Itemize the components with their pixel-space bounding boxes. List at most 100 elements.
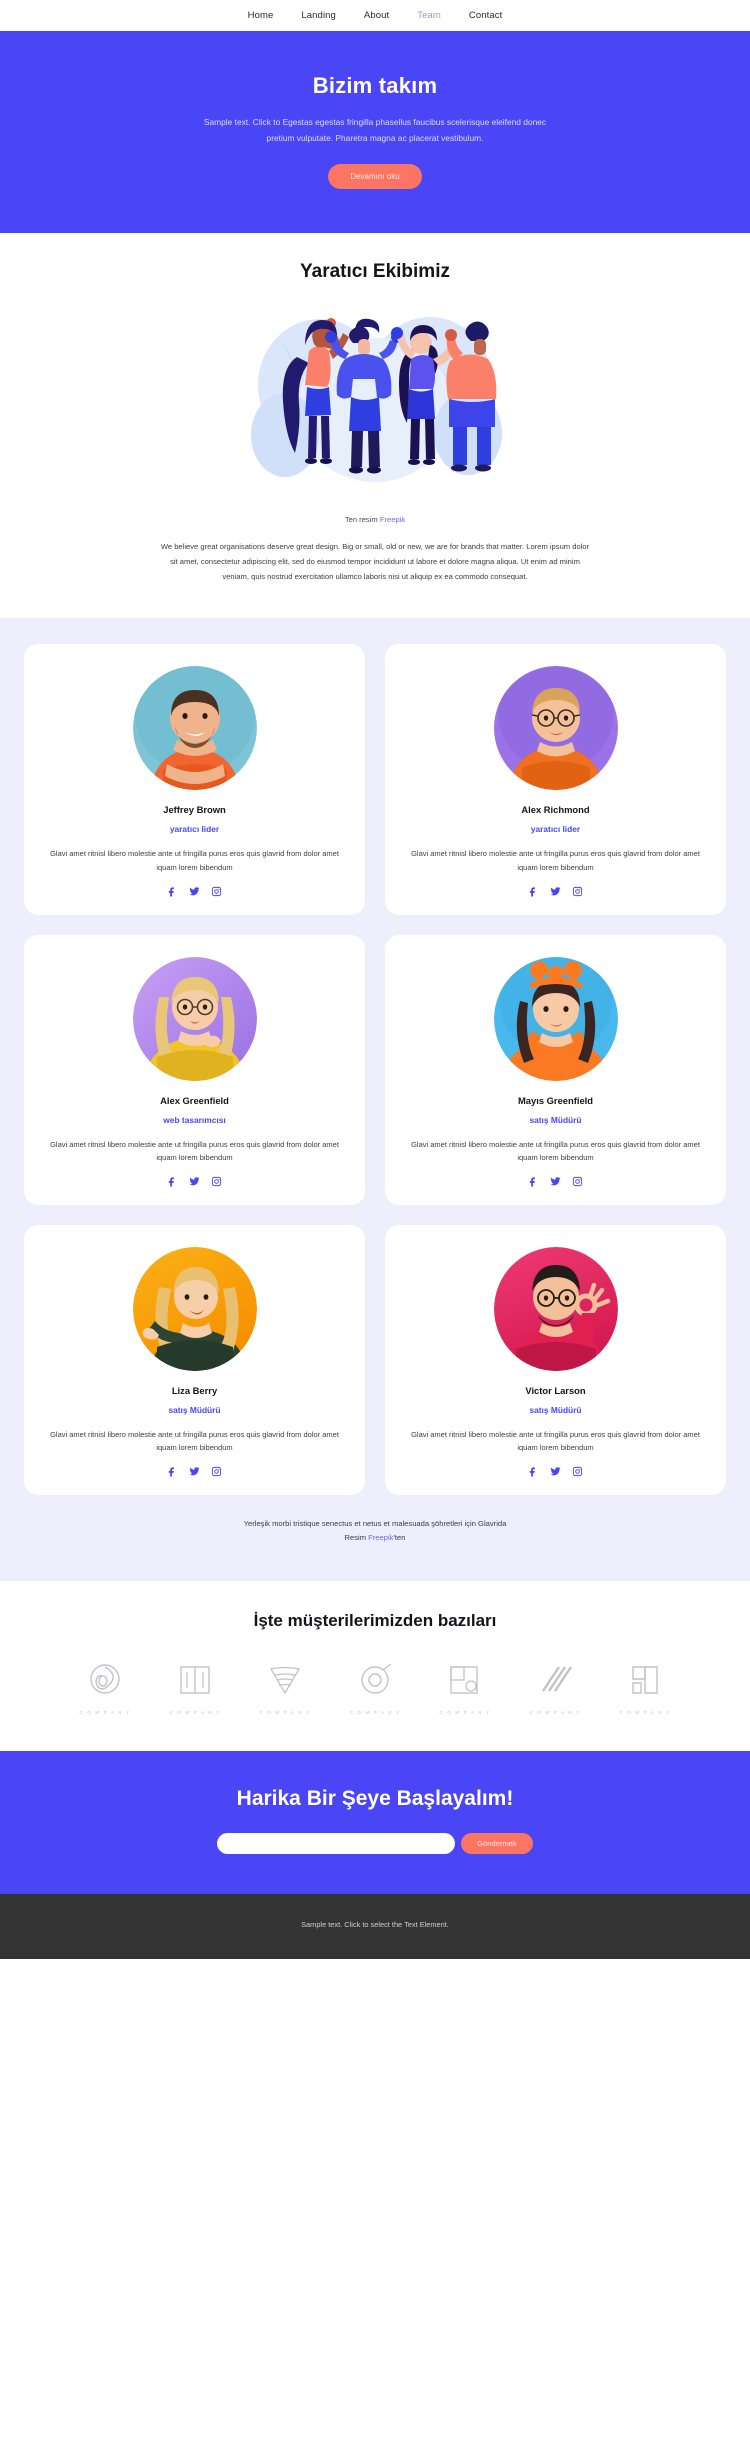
team-footnote-line-1: Yerleşik morbi tristique senectus et net…: [243, 1519, 507, 1529]
client-logo[interactable]: C O M P A N Y: [609, 1661, 681, 1715]
footer-text: Sample text. Click to select the Text El…: [301, 1919, 449, 1929]
member-role: satış Müdürü: [168, 1404, 221, 1415]
twitter-icon[interactable]: [189, 886, 200, 897]
avatar-photo-mayis-greenfield: [493, 956, 618, 1081]
client-logo[interactable]: C O M P A N Y: [249, 1661, 321, 1715]
member-description: Glavi amet ritnisl libero molestie ante …: [50, 849, 339, 872]
social-links: [42, 886, 347, 897]
member-description: Glavi amet ritnisl libero molestie ante …: [411, 849, 700, 872]
creative-team-section: Yaratıcı Ekibimiz Ten resim Freepik We b…: [0, 233, 750, 619]
member-role: satış Müdürü: [529, 1404, 582, 1415]
twitter-icon[interactable]: [550, 886, 561, 897]
facebook-icon[interactable]: [528, 1176, 539, 1187]
member-role: web tasarımcısı: [163, 1114, 226, 1125]
main-navigation: Home Landing About Team Contact: [0, 0, 750, 31]
team-footnote-line-2: Resim Freepik'ten: [24, 1531, 726, 1545]
avatar-photo-jeffrey-brown: [132, 666, 257, 791]
nav-item-about[interactable]: About: [364, 10, 389, 21]
client-logo-label: C O M P A N Y: [169, 1709, 221, 1715]
twitter-icon[interactable]: [550, 1466, 561, 1477]
footnote-suffix: 'ten: [393, 1532, 406, 1542]
member-description: Glavi amet ritnisl libero molestie ante …: [50, 1429, 339, 1453]
footnote-freepik-link[interactable]: Freepik: [368, 1533, 393, 1542]
page-footer: Sample text. Click to select the Text El…: [0, 1893, 750, 1959]
member-role: yaratıcı lider: [530, 824, 581, 835]
team-card[interactable]: Alex Greenfield web tasarımcısı Glavi am…: [24, 934, 365, 1205]
freepik-link[interactable]: Freepik: [380, 515, 405, 524]
avatar: [493, 666, 618, 791]
clients-title: İşte müşterilerimizden bazıları: [253, 1610, 497, 1630]
nav-item-contact[interactable]: Contact: [469, 10, 502, 21]
team-grid: Jeffrey Brown yaratıcı lider Glavi amet …: [24, 644, 726, 1496]
client-logo-label: C O M P A N Y: [529, 1709, 581, 1715]
instagram-icon[interactable]: [572, 1176, 583, 1187]
nav-item-landing[interactable]: Landing: [301, 10, 336, 21]
facebook-icon[interactable]: [528, 886, 539, 897]
subscribe-form: Göndermek: [0, 1832, 750, 1854]
social-links: [42, 1466, 347, 1477]
hero-title: Bizim takım: [312, 73, 438, 98]
social-links: [403, 1466, 708, 1477]
hero-section: Bizim takım Sample text. Click to Egesta…: [0, 31, 750, 234]
facebook-icon[interactable]: [167, 1176, 178, 1187]
member-description: Glavi amet ritnisl libero molestie ante …: [50, 1139, 339, 1162]
team-card[interactable]: Alex Richmond yaratıcı lider Glavi amet …: [385, 644, 726, 915]
avatar-photo-liza-berry: [132, 1246, 257, 1371]
member-name: Mayıs Greenfield: [517, 1094, 594, 1106]
member-name: Victor Larson: [525, 1384, 586, 1396]
member-name: Liza Berry: [171, 1384, 218, 1396]
client-logo[interactable]: C O M P A N Y: [159, 1661, 231, 1715]
twitter-icon[interactable]: [189, 1176, 200, 1187]
instagram-icon[interactable]: [572, 886, 583, 897]
logo-waves-icon: [269, 1666, 301, 1694]
instagram-icon[interactable]: [211, 886, 222, 897]
instagram-icon[interactable]: [211, 1176, 222, 1187]
twitter-icon[interactable]: [189, 1466, 200, 1477]
member-name: Alex Richmond: [521, 804, 590, 816]
member-role: satış Müdürü: [529, 1114, 582, 1125]
instagram-icon[interactable]: [211, 1466, 222, 1477]
email-field[interactable]: [217, 1832, 456, 1854]
facebook-icon[interactable]: [167, 886, 178, 897]
client-logo-label: C O M P A N Y: [259, 1709, 311, 1715]
image-credit-text: Ten resim: [344, 515, 380, 525]
avatar: [132, 666, 257, 791]
footnote-prefix: Resim: [344, 1532, 369, 1542]
nav-item-home[interactable]: Home: [248, 10, 274, 21]
client-logo-label: C O M P A N Y: [349, 1709, 401, 1715]
social-links: [403, 886, 708, 897]
client-logo[interactable]: C O M P A N Y: [339, 1661, 411, 1715]
client-logo[interactable]: C O M P A N Y: [429, 1661, 501, 1715]
cta-title: Harika Bir Şeye Başlayalım!: [236, 1786, 514, 1810]
submit-button[interactable]: Göndermek: [461, 1832, 533, 1854]
team-illustration-wrapper: [225, 305, 525, 505]
team-card[interactable]: Victor Larson satış Müdürü Glavi amet ri…: [385, 1224, 726, 1496]
hero-subtitle: Sample text. Click to Egestas egestas fr…: [203, 117, 547, 143]
team-card[interactable]: Jeffrey Brown yaratıcı lider Glavi amet …: [24, 644, 365, 915]
team-card[interactable]: Mayıs Greenfield satış Müdürü Glavi amet…: [385, 934, 726, 1205]
logo-slashes-icon: [542, 1665, 572, 1692]
instagram-icon[interactable]: [572, 1466, 583, 1477]
cta-section: Harika Bir Şeye Başlayalım! Göndermek: [0, 1750, 750, 1894]
avatar: [132, 1246, 257, 1371]
social-links: [403, 1176, 708, 1187]
twitter-icon[interactable]: [550, 1176, 561, 1187]
logo-squares-icon: [450, 1665, 478, 1694]
avatar-photo-alex-richmond: [493, 666, 618, 791]
avatar: [493, 1246, 618, 1371]
avatar-photo-alex-greenfield: [132, 956, 257, 1081]
creative-title: Yaratıcı Ekibimiz: [300, 261, 450, 283]
social-links: [42, 1176, 347, 1187]
team-card[interactable]: Liza Berry satış Müdürü Glavi amet ritni…: [24, 1224, 365, 1496]
hero-read-more-button[interactable]: Devamını oku: [328, 164, 422, 190]
client-logo[interactable]: C O M P A N Y: [519, 1661, 591, 1715]
client-logo-label: C O M P A N Y: [619, 1709, 671, 1715]
avatar: [132, 956, 257, 1081]
client-logo[interactable]: C O M P A N Y: [69, 1661, 141, 1715]
member-name: Alex Greenfield: [160, 1094, 229, 1106]
facebook-icon[interactable]: [167, 1466, 178, 1477]
creative-body-text: We believe great organisations deserve g…: [160, 542, 590, 581]
facebook-icon[interactable]: [528, 1466, 539, 1477]
member-description: Glavi amet ritnisl libero molestie ante …: [411, 1429, 700, 1453]
nav-item-team[interactable]: Team: [417, 10, 441, 21]
